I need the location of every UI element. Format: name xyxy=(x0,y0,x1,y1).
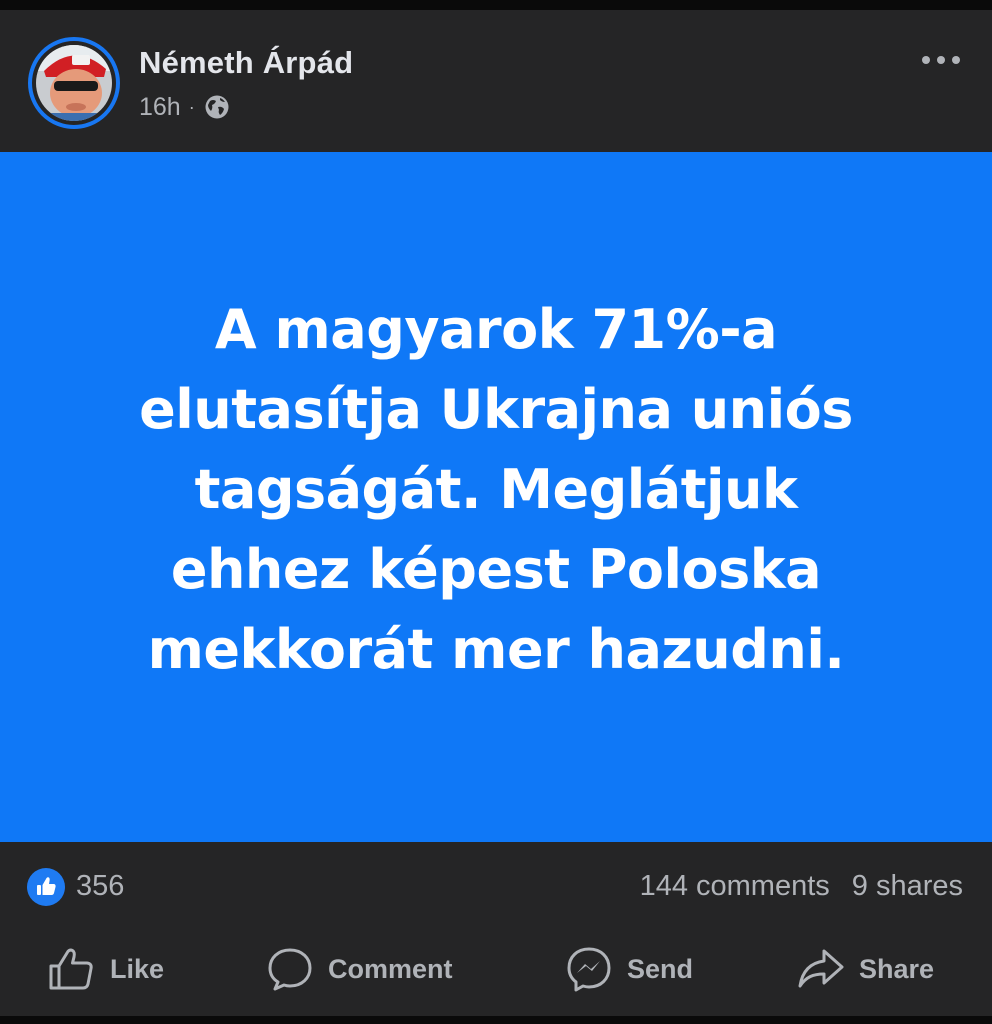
comment-bubble-icon xyxy=(268,948,312,991)
post-text-line: mekkorát mer hazudni. xyxy=(147,617,845,681)
comment-button[interactable]: Comment xyxy=(266,944,453,994)
bottom-edge xyxy=(0,1016,992,1024)
post-text-line: elutasítja Ukrajna uniós xyxy=(139,377,853,441)
engagement-stats: 144 comments 9 shares xyxy=(640,870,963,903)
thumbs-up-icon[interactable] xyxy=(27,868,65,906)
messenger-icon xyxy=(567,947,611,992)
comment-label: Comment xyxy=(328,953,453,984)
post-text: A magyarok 71%-a elutasítja Ukrajna unió… xyxy=(56,290,936,690)
globe-icon[interactable] xyxy=(204,94,230,120)
thumbs-up-outline-icon xyxy=(49,948,93,990)
post-meta: 16h · xyxy=(139,92,230,122)
shares-count[interactable]: 9 shares xyxy=(852,870,963,903)
post-text-line: A magyarok 71%-a xyxy=(214,297,778,361)
post-text-line: tagságát. Meglátjuk xyxy=(194,457,798,521)
post-text-line: ehhez képest Poloska xyxy=(170,537,822,601)
top-edge xyxy=(0,0,992,10)
post-background: A magyarok 71%-a elutasítja Ukrajna unió… xyxy=(0,152,992,842)
share-arrow-icon xyxy=(798,949,844,988)
like-button[interactable]: Like xyxy=(48,944,164,994)
author-avatar[interactable] xyxy=(28,37,120,129)
comments-count[interactable]: 144 comments xyxy=(640,870,830,903)
like-label: Like xyxy=(110,953,165,984)
meta-separator: · xyxy=(188,96,195,117)
reaction-count[interactable]: 356 xyxy=(76,870,124,903)
post-timestamp[interactable]: 16h xyxy=(139,93,181,122)
send-label: Send xyxy=(627,953,694,984)
share-label: Share xyxy=(859,953,935,984)
send-button[interactable]: Send xyxy=(565,944,693,994)
ellipsis-icon[interactable] xyxy=(918,49,964,71)
share-button[interactable]: Share xyxy=(797,944,934,994)
author-name[interactable]: Németh Árpád xyxy=(139,45,353,81)
